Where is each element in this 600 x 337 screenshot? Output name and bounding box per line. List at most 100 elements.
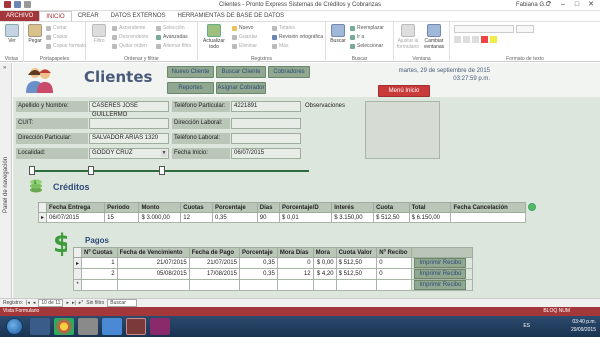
- media-icon[interactable]: [150, 318, 170, 335]
- column-header[interactable]: Fecha Cancelación: [450, 202, 526, 213]
- column-header[interactable]: Nº Recibo: [376, 247, 413, 258]
- apellido-field[interactable]: CASERES JOSE GUILLERMO: [89, 101, 169, 118]
- dias-cell[interactable]: 90: [256, 212, 280, 223]
- alternar-filtro-button[interactable]: Alternar filtro: [156, 43, 191, 49]
- highlight-icon[interactable]: [490, 36, 497, 43]
- new-record-nav-icon[interactable]: ▸*: [79, 300, 83, 306]
- expand-nav-icon[interactable]: »: [3, 65, 6, 71]
- empty-cell[interactable]: [312, 279, 337, 291]
- help-button[interactable]: ?: [542, 0, 556, 10]
- minimize-button[interactable]: –: [556, 0, 570, 10]
- column-header[interactable]: Porcentaje: [212, 202, 258, 213]
- seleccion-button[interactable]: Selección: [156, 25, 185, 31]
- record-search-input[interactable]: Buscar: [107, 299, 138, 307]
- empty-cell[interactable]: [238, 279, 278, 291]
- vencimiento-cell[interactable]: 21/07/2015: [116, 257, 190, 269]
- imprimir-recibo-button[interactable]: Imprimir Recibo: [414, 269, 467, 279]
- chevron-down-icon[interactable]: ▼: [161, 150, 167, 157]
- eliminar-button[interactable]: Eliminar: [232, 43, 257, 49]
- divider-handle-mid[interactable]: [88, 166, 94, 175]
- empty-cell[interactable]: [335, 279, 378, 291]
- divider-handle-right[interactable]: [159, 166, 165, 175]
- column-header[interactable]: Cuotas: [180, 202, 214, 213]
- column-header[interactable]: Cuota Valor: [335, 247, 378, 258]
- copiar-formato-button[interactable]: Copiar formato: [46, 43, 86, 49]
- dir-laboral-field[interactable]: [231, 118, 301, 129]
- column-header[interactable]: Porcentaje: [238, 247, 278, 258]
- tab-datos-externos[interactable]: DATOS EXTERNOS: [105, 11, 172, 21]
- porcentaje-d-cell[interactable]: $ 0,01: [278, 212, 333, 223]
- font-name-select[interactable]: [454, 25, 514, 33]
- mas-button[interactable]: Más: [272, 43, 288, 49]
- vencimiento-cell[interactable]: 05/08/2015: [116, 268, 190, 280]
- table-row[interactable]: 2 05/08/2015 17/08/2015 0,35 12 $ 4,20 $…: [72, 268, 473, 280]
- descendente-button[interactable]: Descendente: [112, 34, 148, 40]
- cuotas-cell[interactable]: 12: [180, 212, 214, 223]
- column-header[interactable]: Mora Días: [276, 247, 314, 258]
- fecha-pago-cell[interactable]: 17/08/2015: [188, 268, 240, 280]
- close-button[interactable]: ✕: [584, 0, 598, 10]
- row-selector[interactable]: [72, 268, 83, 280]
- underline-icon[interactable]: [472, 36, 479, 43]
- column-header[interactable]: Monto: [138, 202, 182, 213]
- ir-a-button[interactable]: Ir a: [350, 34, 364, 40]
- column-header[interactable]: Porcentaje/D: [278, 202, 333, 213]
- fecha-pago-cell[interactable]: 21/07/2015: [188, 257, 240, 269]
- actualizar-button[interactable]: Actualizar todo: [201, 24, 227, 50]
- column-header[interactable]: Fecha de Pago: [188, 247, 240, 258]
- mail-icon[interactable]: [102, 318, 122, 335]
- mora-dias-cell[interactable]: 0: [276, 257, 314, 269]
- reportes-button[interactable]: Reportes: [167, 82, 214, 94]
- porcentaje-cell[interactable]: 0,35: [212, 212, 258, 223]
- imprimir-recibo-button[interactable]: Imprimir Recibo: [414, 258, 467, 268]
- recibo-cell[interactable]: 0: [376, 268, 413, 280]
- porcentaje-cell[interactable]: 0,35: [238, 268, 278, 280]
- monto-cell[interactable]: $ 3.000,00: [138, 212, 182, 223]
- revision-button[interactable]: Revisión ortográfica: [272, 34, 323, 40]
- fecha-inicio-field[interactable]: 06/07/2015: [231, 148, 301, 159]
- periodo-cell[interactable]: 15: [104, 212, 140, 223]
- cuota-num-cell[interactable]: 2: [81, 268, 118, 280]
- italic-icon[interactable]: [463, 36, 470, 43]
- table-row[interactable]: ▸ 1 21/07/2015 21/07/2015 0,35 0 $ 0,00 …: [72, 257, 473, 269]
- ascendente-button[interactable]: Ascendente: [112, 25, 145, 31]
- column-header[interactable]: Fecha de Vencimiento: [116, 247, 190, 258]
- column-header[interactable]: Mora: [312, 247, 337, 258]
- font-color-icon[interactable]: [481, 36, 488, 43]
- cuota-cell[interactable]: $ 512,50: [373, 212, 410, 223]
- fecha-entrega-cell[interactable]: 06/07/2015: [46, 212, 106, 223]
- system-clock[interactable]: 03:40 p.m. 29/09/2015: [571, 318, 596, 334]
- start-button[interactable]: [6, 318, 23, 335]
- access-taskbar-icon[interactable]: [126, 318, 146, 335]
- column-header[interactable]: Interés: [331, 202, 375, 213]
- column-header[interactable]: Nº Cuotas: [81, 247, 118, 258]
- first-record-icon[interactable]: |◂: [26, 300, 30, 306]
- filter-status[interactable]: Sin filtro: [86, 300, 104, 306]
- totales-button[interactable]: Totales: [272, 25, 295, 31]
- divider-handle-left[interactable]: [29, 166, 35, 175]
- column-header[interactable]: Total: [408, 202, 452, 213]
- asignar-cobrador-button[interactable]: Asignar Cobrador: [216, 82, 266, 94]
- empty-cell[interactable]: [116, 279, 190, 291]
- empty-cell[interactable]: [276, 279, 314, 291]
- recibo-cell[interactable]: 0: [376, 257, 413, 269]
- cuota-valor-cell[interactable]: $ 512,50: [335, 268, 378, 280]
- refresh-credit-icon[interactable]: [528, 202, 536, 211]
- new-row-marker[interactable]: *: [72, 279, 83, 291]
- cambiar-ventanas-button[interactable]: Cambiar ventanas: [422, 24, 446, 50]
- tab-inicio[interactable]: INICIO: [39, 11, 72, 21]
- navigation-pane[interactable]: » Panel de navegación: [0, 63, 12, 298]
- maximize-button[interactable]: □: [570, 0, 584, 10]
- mora-dias-cell[interactable]: 12: [276, 268, 314, 280]
- chrome-icon[interactable]: [54, 318, 74, 335]
- dir-particular-field[interactable]: SALVADOR ARIAS 1320: [89, 133, 169, 144]
- mora-cell[interactable]: $ 0,00: [312, 257, 337, 269]
- next-record-icon[interactable]: ▸: [66, 300, 69, 306]
- tab-herramientas[interactable]: HERRAMIENTAS DE BASE DE DATOS: [172, 11, 291, 21]
- empty-cell[interactable]: [376, 279, 413, 291]
- buscar-cliente-button[interactable]: Buscar Cliente: [216, 66, 266, 78]
- row-selector[interactable]: ▸: [72, 257, 83, 269]
- empty-cell[interactable]: [188, 279, 240, 291]
- avanzadas-button[interactable]: Avanzadas: [156, 34, 188, 40]
- cuota-valor-cell[interactable]: $ 512,50: [335, 257, 378, 269]
